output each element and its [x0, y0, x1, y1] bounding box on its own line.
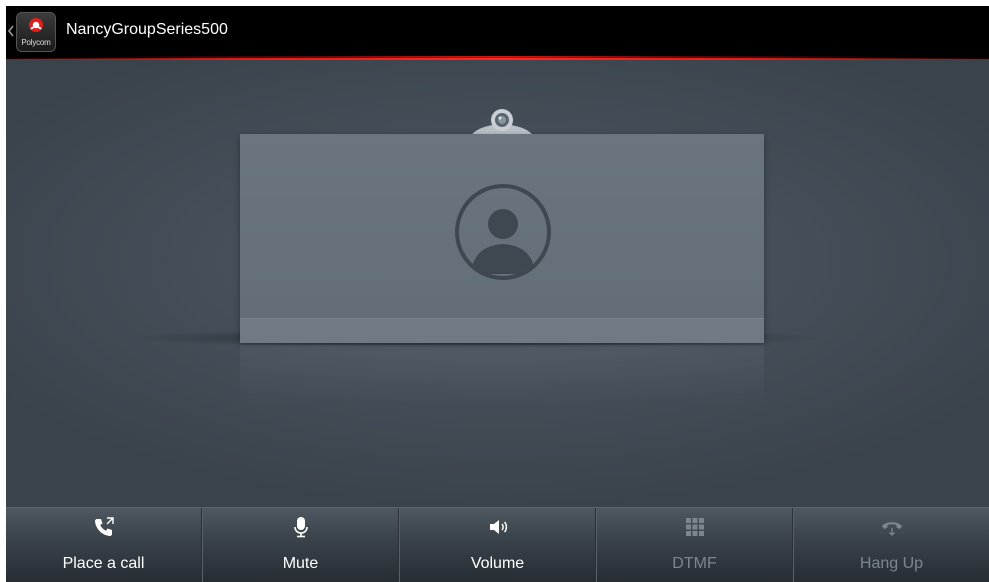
person-circle-icon	[455, 184, 551, 280]
polycom-logo-icon	[29, 18, 43, 32]
title-bar: Polycom NancyGroupSeries500	[6, 6, 989, 59]
logo-text: Polycom	[21, 38, 51, 47]
hang-up-label: Hang Up	[859, 555, 924, 572]
hang-up-button[interactable]: Hang Up	[793, 508, 989, 582]
dtmf-label: DTMF	[672, 555, 717, 572]
phone-outgoing-icon	[94, 517, 114, 536]
volume-label: Volume	[470, 555, 525, 572]
keypad-icon	[685, 518, 704, 536]
panel-reflection	[240, 345, 764, 405]
call-screen: Polycom NancyGroupSeries500 Place a call…	[6, 6, 989, 582]
back-chevron-icon[interactable]	[7, 23, 15, 39]
place-call-button[interactable]: Place a call	[6, 508, 202, 582]
self-view-area	[6, 60, 989, 507]
hang-up-icon	[881, 522, 902, 536]
speaker-icon	[489, 520, 507, 534]
place-call-label: Place a call	[62, 555, 145, 572]
mute-label: Mute	[282, 555, 319, 572]
polycom-logo[interactable]: Polycom	[16, 12, 56, 52]
panel-footer	[240, 318, 764, 343]
mute-button[interactable]: Mute	[202, 508, 399, 582]
volume-button[interactable]: Volume	[399, 508, 596, 582]
video-placeholder-panel	[240, 134, 764, 343]
dtmf-button[interactable]: DTMF	[596, 508, 793, 582]
microphone-icon	[293, 517, 308, 538]
device-title: NancyGroupSeries500	[66, 21, 228, 38]
call-toolbar: Place a call Mute Volume DTMF Hang Up	[6, 507, 989, 582]
